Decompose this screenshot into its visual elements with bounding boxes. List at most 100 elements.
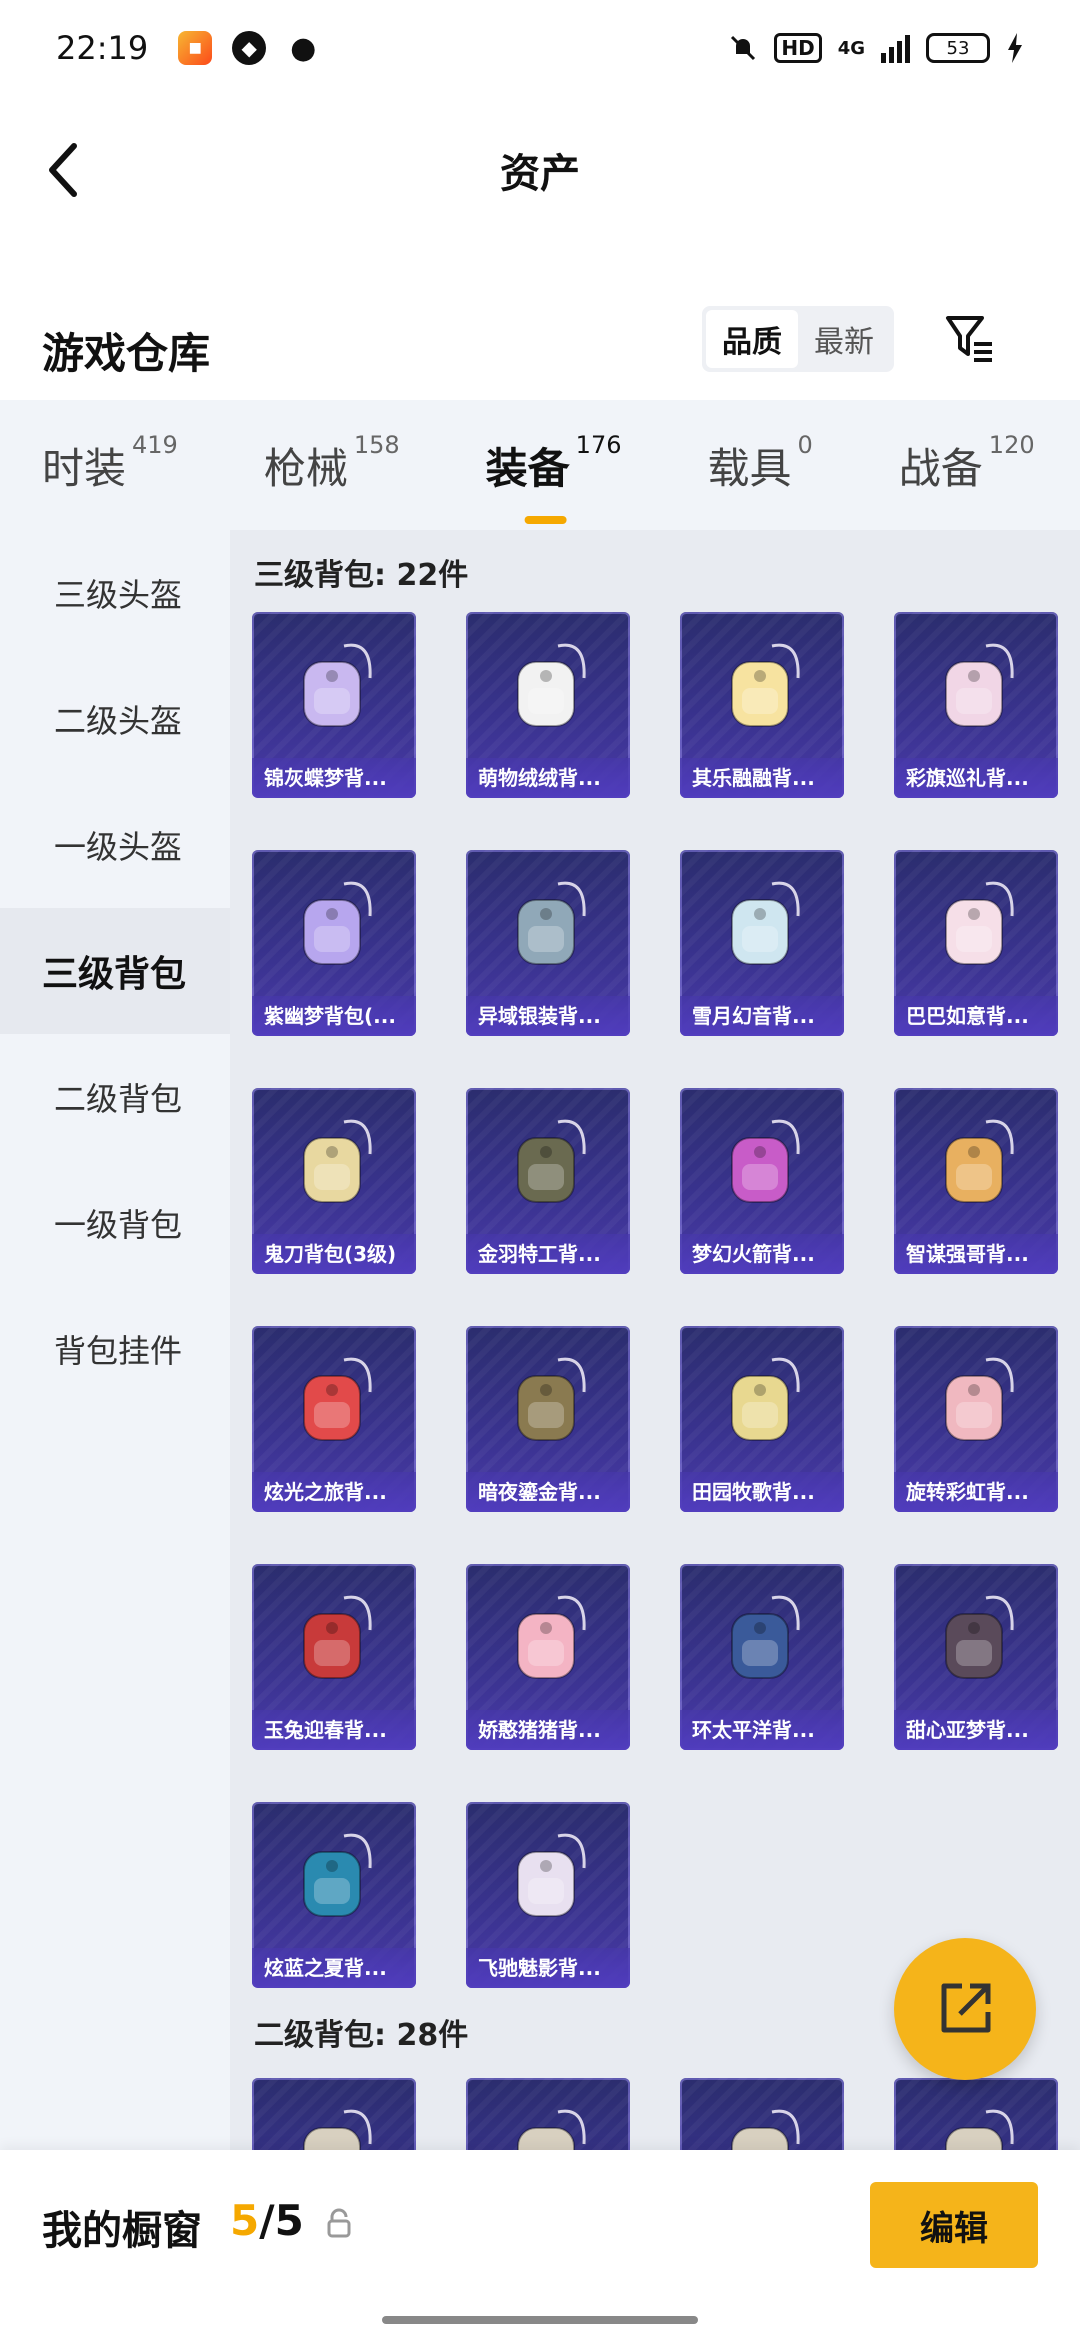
item-name: 其乐融融背... [680, 758, 844, 798]
item-card-partial[interactable] [466, 2078, 630, 2150]
item-card[interactable]: 智谋强哥背... [894, 1088, 1058, 1274]
mecha-backpack-icon [731, 1595, 800, 1679]
item-card-partial[interactable] [894, 2078, 1058, 2150]
tab-label: 装备 [485, 443, 570, 493]
edit-button[interactable]: 编辑 [870, 2182, 1038, 2268]
showcase-count: 5/5 [230, 2196, 304, 2245]
subcategory-nav: 三级头盔 二级头盔 一级头盔 三级背包 二级背包 一级背包 背包挂件 [0, 530, 230, 2150]
battery-icon: 53 [926, 33, 990, 63]
item-card[interactable]: 异域银装背... [466, 850, 630, 1036]
item-card[interactable]: 雪月幻音背... [680, 850, 844, 1036]
nav-item-backpack-2[interactable]: 二级背包 [0, 1034, 230, 1160]
mute-bell-icon [731, 35, 756, 61]
home-indicator [382, 2316, 698, 2324]
item-name: 旋转彩虹背... [894, 1472, 1058, 1512]
item-name: 娇憨猪猪背... [466, 1710, 630, 1750]
tab-label: 战备 [898, 443, 983, 493]
item-name: 紫幽梦背包(... [252, 996, 416, 1036]
signal-icon [881, 33, 910, 63]
dino-backpack-icon [303, 1357, 372, 1441]
item-card[interactable]: 玉兔迎春背... [252, 1564, 416, 1750]
flag-backpack-icon [945, 643, 1014, 727]
item-name: 环太平洋背... [680, 1710, 844, 1750]
tab-fashion[interactable]: 时装 419 [42, 431, 178, 496]
item-name: 巴巴如意背... [894, 996, 1058, 1036]
piggy-backpack-icon [517, 1595, 586, 1679]
rainbow-backpack-icon [945, 1357, 1014, 1441]
share-fab-button[interactable] [894, 1938, 1036, 2080]
nav-item-backpack-1[interactable]: 一级背包 [0, 1160, 230, 1286]
backpack-icon [731, 2109, 800, 2150]
sort-toggle: 品质 最新 [702, 306, 894, 372]
item-grid-area[interactable]: 三级背包: 22件 二级背包: 28件 锦灰蝶梦背... 萌物绒绒背... 其乐融融… [230, 530, 1080, 2150]
status-bar: 22:19 ■ ◆ ● HD 4G 53 [0, 0, 1080, 96]
item-name: 萌物绒绒背... [466, 758, 630, 798]
item-name: 玉兔迎春背... [252, 1710, 416, 1750]
item-card[interactable]: 田园牧歌背... [680, 1326, 844, 1512]
blade-backpack-icon [303, 1119, 372, 1203]
item-card[interactable]: 萌物绒绒背... [466, 612, 630, 798]
nav-item-helmet-1[interactable]: 一级头盔 [0, 782, 230, 908]
active-tab-indicator [524, 515, 567, 524]
plush-backpack-icon [517, 643, 586, 727]
item-card[interactable]: 炫光之旅背... [252, 1326, 416, 1512]
item-card[interactable]: 暗夜鎏金背... [466, 1326, 630, 1512]
back-arrow-icon [49, 143, 77, 197]
blue-backpack-icon [303, 1833, 372, 1917]
filter-button[interactable] [940, 308, 1000, 368]
tab-supplies[interactable]: 战备 120 [898, 431, 1035, 496]
item-card[interactable]: 娇憨猪猪背... [466, 1564, 630, 1750]
sort-latest-button[interactable]: 最新 [798, 310, 890, 368]
nav-item-helmet-2[interactable]: 二级头盔 [0, 656, 230, 782]
item-name: 甜心亚梦背... [894, 1710, 1058, 1750]
item-name: 异域银装背... [466, 996, 630, 1036]
item-name: 金羽特工背... [466, 1234, 630, 1274]
tab-count: 158 [353, 430, 400, 459]
back-button[interactable] [36, 142, 92, 198]
status-time: 22:19 [56, 29, 149, 67]
tab-guns[interactable]: 枪械 158 [264, 431, 400, 496]
tab-count: 176 [575, 430, 622, 459]
item-card[interactable]: 甜心亚梦背... [894, 1564, 1058, 1750]
wechat-icon: ● [290, 30, 317, 66]
night-backpack-icon [517, 1357, 586, 1441]
group-title-backpack-2: 二级背包: 28件 [254, 2018, 469, 2053]
silver-backpack-icon [517, 881, 586, 965]
item-card[interactable]: 炫蓝之夏背... [252, 1802, 416, 1988]
item-card[interactable]: 巴巴如意背... [894, 850, 1058, 1036]
nav-item-backpack-3[interactable]: 三级背包 [0, 908, 230, 1034]
item-card[interactable]: 环太平洋背... [680, 1564, 844, 1750]
nav-item-helmet-3[interactable]: 三级头盔 [0, 530, 230, 656]
tab-equipment[interactable]: 装备 176 [485, 431, 621, 524]
shield-app-icon: ◆ [232, 31, 267, 65]
item-card[interactable]: 紫幽梦背包(... [252, 850, 416, 1036]
sort-quality-button[interactable]: 品质 [706, 310, 798, 368]
nav-item-backpack-charm[interactable]: 背包挂件 [0, 1286, 230, 1412]
lucky-backpack-icon [945, 881, 1014, 965]
butterfly-backpack-icon [303, 643, 372, 727]
item-name: 雪月幻音背... [680, 996, 844, 1036]
status-app-icons: ■ ◆ ● [178, 30, 320, 66]
item-card[interactable]: 金羽特工背... [466, 1088, 630, 1274]
item-card[interactable]: 飞驰魅影背... [466, 1802, 630, 1988]
lock-icon [327, 2208, 351, 2238]
backpack-icon [517, 2109, 586, 2150]
item-card[interactable]: 鬼刀背包(3级) [252, 1088, 416, 1274]
item-card[interactable]: 其乐融融背... [680, 612, 844, 798]
tab-count: 0 [797, 430, 813, 459]
item-name: 暗夜鎏金背... [466, 1472, 630, 1512]
tab-label: 时装 [42, 443, 127, 493]
item-card[interactable]: 彩旗巡礼背... [894, 612, 1058, 798]
rabbit-backpack-icon [303, 1595, 372, 1679]
item-name: 智谋强哥背... [894, 1234, 1058, 1274]
tab-count: 419 [132, 430, 178, 459]
backpack-icon [945, 2109, 1014, 2150]
showcase-total: /5 [259, 2196, 304, 2245]
item-card-partial[interactable] [252, 2078, 416, 2150]
tab-vehicles[interactable]: 载具 0 [707, 431, 812, 496]
item-name: 鬼刀背包(3级) [252, 1234, 416, 1274]
item-card[interactable]: 锦灰蝶梦背... [252, 612, 416, 798]
item-card-partial[interactable] [680, 2078, 844, 2150]
item-card[interactable]: 梦幻火箭背... [680, 1088, 844, 1274]
item-card[interactable]: 旋转彩虹背... [894, 1326, 1058, 1512]
